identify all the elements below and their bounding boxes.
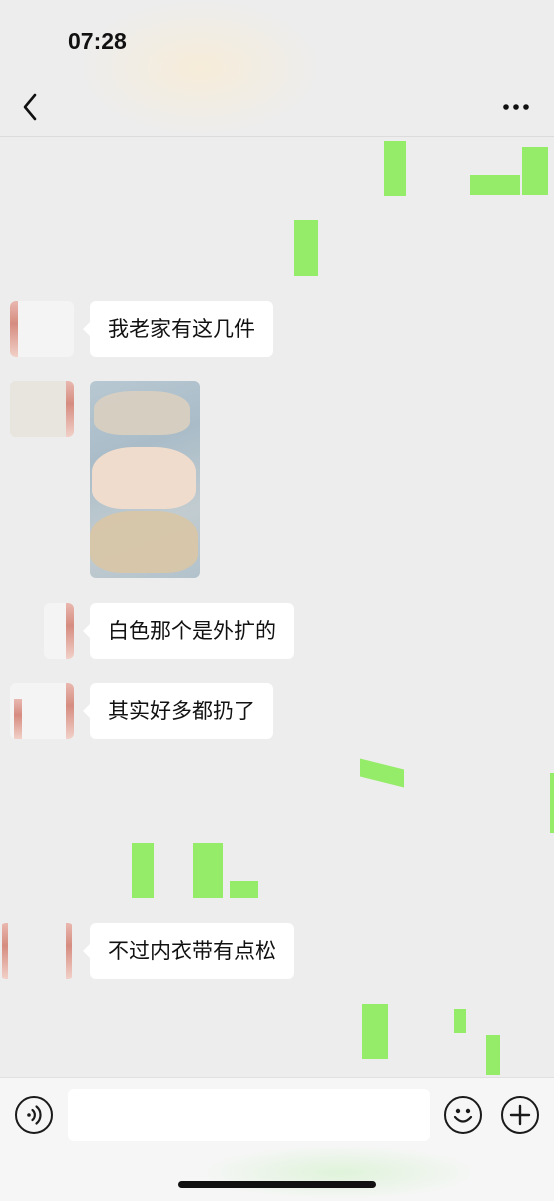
message-bubble[interactable]: 白色那个是外扩的 [83,603,294,659]
avatar[interactable] [0,923,74,979]
image-message[interactable] [90,381,200,578]
more-dots-icon [503,104,529,110]
more-button[interactable] [496,90,536,124]
voice-button[interactable] [15,1096,53,1134]
avatar-image [66,683,74,739]
avatar[interactable] [10,683,74,739]
obscured-message-fragment [193,843,223,898]
avatar[interactable] [10,301,74,357]
obscured-message-fragment [294,220,318,276]
status-bar: 07:28 [0,0,554,80]
obscured-message-fragment [522,147,548,195]
plus-icon [509,1104,531,1126]
obscured-message-fragment [132,843,154,898]
chevron-left-icon [23,93,37,121]
nav-bar [0,80,554,137]
home-indicator[interactable] [178,1181,376,1188]
photo-content [90,511,198,573]
voice-icon [27,1105,42,1125]
chat-message-list[interactable]: 我老家有这几件 白色那个是外扩的 其实好多都扔了 不过内衣带有点松 [0,137,554,1077]
obscured-message-fragment [486,1035,500,1075]
avatar-image [14,699,22,739]
obscured-message-fragment [470,175,520,195]
avatar-image [66,381,74,437]
status-time: 07:28 [68,28,127,54]
avatar[interactable] [10,381,74,437]
avatar[interactable] [44,603,74,659]
message-bubble[interactable]: 我老家有这几件 [83,301,273,357]
obscured-message-fragment [384,141,406,196]
obscured-message-fragment [360,758,404,788]
obscured-message-fragment [454,1009,466,1033]
emoji-icon [453,1108,473,1123]
emoji-button[interactable] [444,1096,482,1134]
obscured-message-fragment [550,773,554,833]
photo-content [94,391,190,435]
message-input[interactable] [68,1089,430,1141]
avatar-image [10,301,18,357]
more-functions-button[interactable] [501,1096,539,1134]
message-bubble[interactable]: 其实好多都扔了 [83,683,273,739]
avatar-image [66,923,72,979]
bottom-background-glow [200,1145,480,1200]
avatar-image [66,603,74,659]
obscured-message-fragment [362,1004,388,1059]
message-bubble[interactable]: 不过内衣带有点松 [83,923,294,979]
photo-content [92,447,196,509]
obscured-message-fragment [230,881,258,898]
back-button[interactable] [14,90,48,124]
avatar-image [2,923,8,979]
